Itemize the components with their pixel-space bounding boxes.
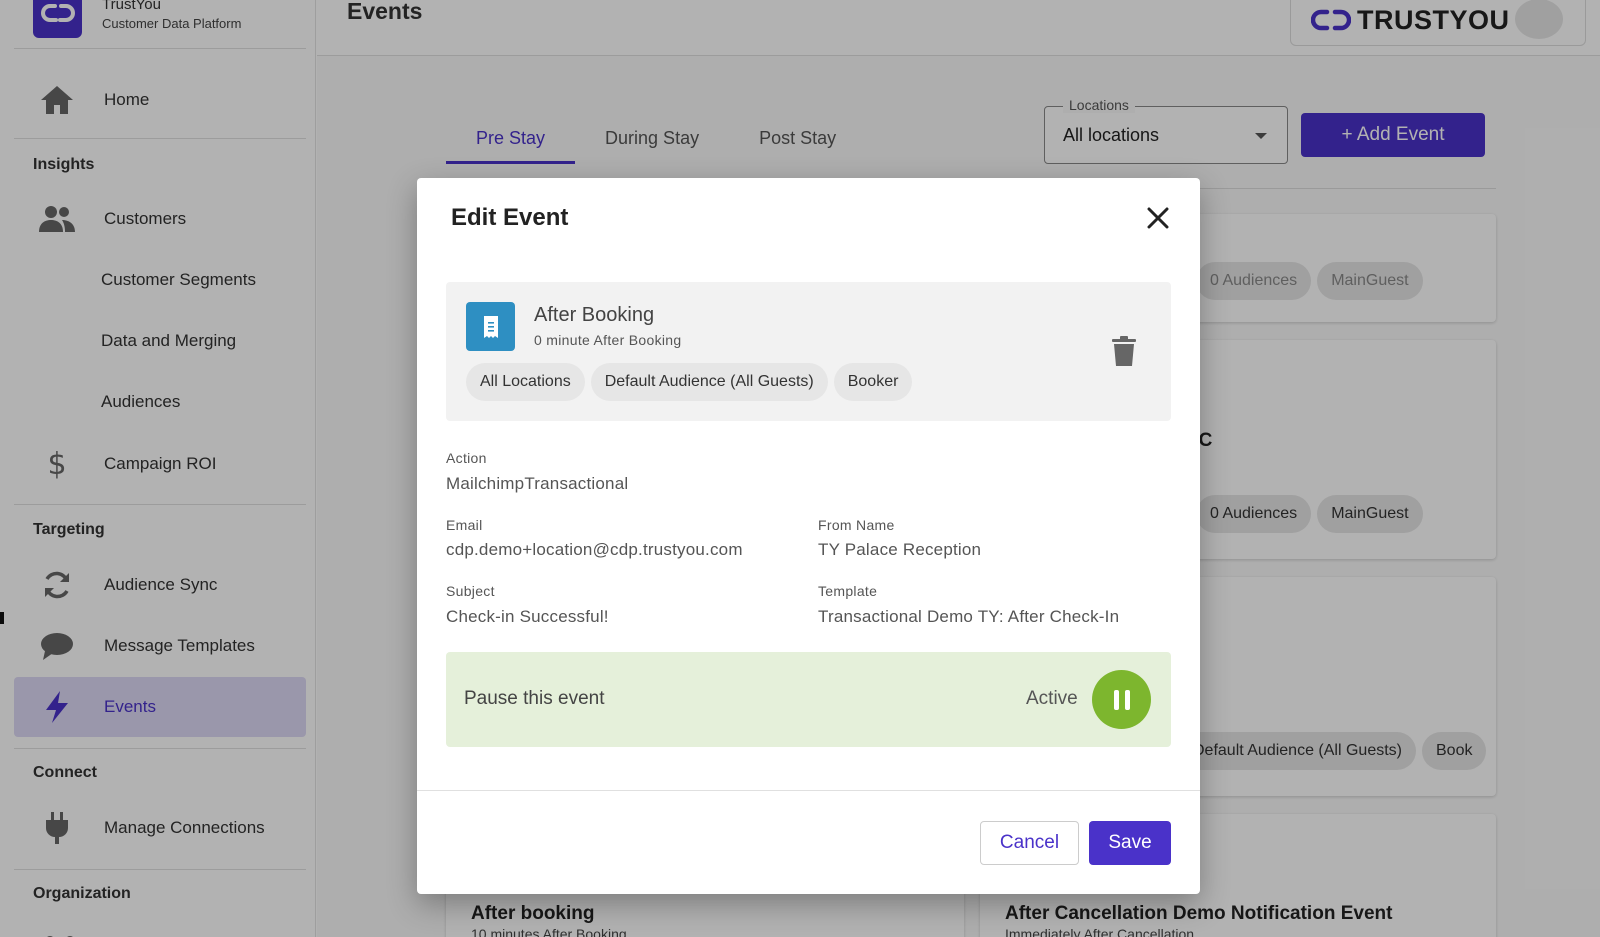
email-label: Email [446, 517, 483, 533]
event-summary: After Booking 0 minute After Booking All… [446, 282, 1171, 421]
cancel-button[interactable]: Cancel [980, 821, 1079, 865]
email-value: cdp.demo+location@cdp.trustyou.com [446, 540, 743, 559]
receipt-icon [466, 302, 515, 351]
template-label: Template [818, 583, 878, 599]
chip-guest-type: Booker [833, 363, 913, 401]
dialog-title: Edit Event [451, 204, 569, 231]
subject-label: Subject [446, 583, 495, 599]
chip-audience: Default Audience (All Guests) [590, 363, 828, 401]
from-name-label: From Name [818, 517, 895, 533]
from-name-value: TY Palace Reception [818, 540, 982, 559]
trash-icon[interactable] [1108, 332, 1140, 370]
save-button[interactable]: Save [1089, 821, 1171, 865]
status-badge: Active [1026, 688, 1078, 709]
edit-event-dialog: Edit Event After Booking 0 minute After … [417, 178, 1200, 894]
pause-button[interactable] [1092, 670, 1151, 729]
event-timing: 0 minute After Booking [534, 332, 682, 348]
subject-value: Check-in Successful! [446, 607, 609, 626]
action-value: MailchimpTransactional [446, 474, 629, 493]
pause-event-panel: Pause this event Active [446, 652, 1171, 747]
action-label: Action [446, 450, 487, 466]
event-name: After Booking [534, 304, 655, 326]
chip-locations: All Locations [466, 363, 585, 401]
pause-label: Pause this event [464, 688, 605, 709]
template-value: Transactional Demo TY: After Check-In [818, 607, 1120, 626]
close-icon[interactable] [1142, 202, 1174, 234]
dialog-divider [417, 790, 1200, 791]
pause-icon [1113, 689, 1119, 710]
event-chips: All Locations Default Audience (All Gues… [466, 363, 913, 401]
